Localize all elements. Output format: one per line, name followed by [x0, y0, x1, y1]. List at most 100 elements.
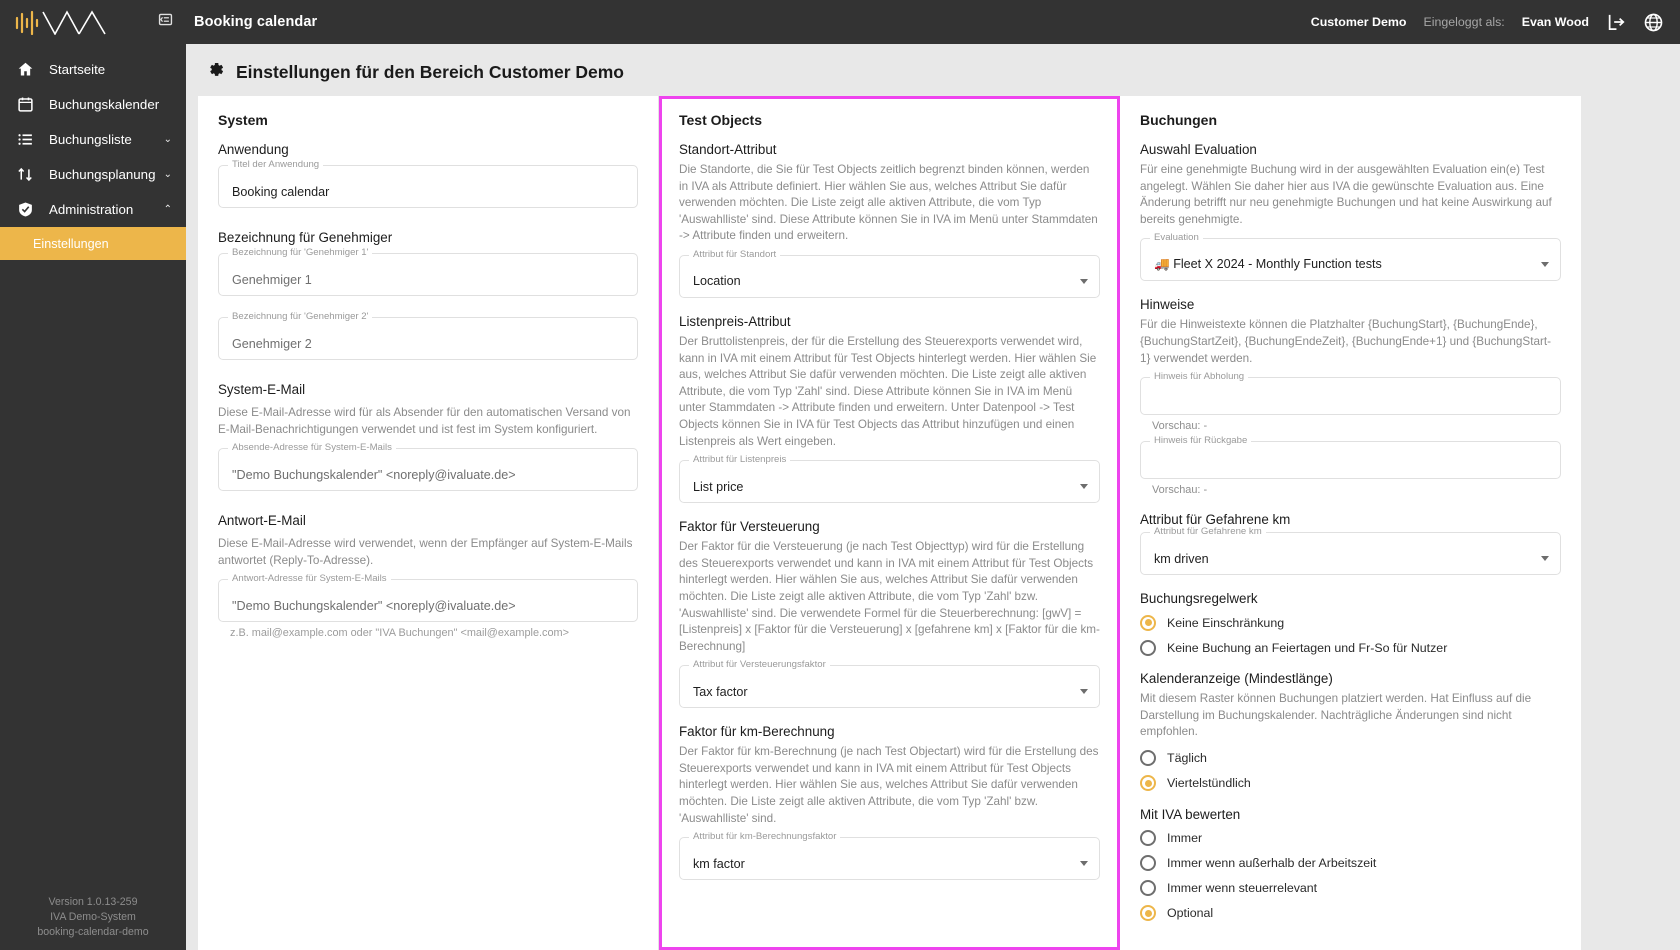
chevron-down-icon[interactable] — [1541, 556, 1549, 562]
field-legend: Evaluation — [1150, 232, 1203, 244]
sidebar-item-einstellungen[interactable]: Einstellungen — [0, 227, 186, 260]
radio-iva-bewerten-3[interactable]: Optional — [1140, 902, 1561, 925]
field-value: km factor — [693, 856, 745, 871]
globe-icon[interactable] — [1643, 12, 1664, 33]
tenant-label: Customer Demo — [1310, 15, 1407, 29]
instance-name: booking-calendar-demo — [37, 926, 149, 938]
chevron-up-icon[interactable]: ⌃ — [164, 204, 172, 215]
field-value: Tax factor — [693, 684, 748, 699]
gefahrene-km-group: Attribut für Gefahrene km Attribut für G… — [1140, 512, 1561, 576]
hinweise-group: Hinweise Für die Hinweistexte können die… — [1140, 297, 1561, 496]
sidebar-item-label: Buchungsplanung — [49, 167, 156, 182]
logout-icon[interactable] — [1606, 12, 1626, 32]
list-icon — [16, 131, 35, 148]
reply-email-hint: z.B. mail@example.com oder "IVA Buchunge… — [230, 627, 569, 640]
sidebar-item-label: Administration — [49, 202, 134, 217]
sidebar-item-buchungskalender[interactable]: Buchungskalender — [0, 87, 186, 122]
chevron-down-icon[interactable]: ⌄ — [164, 169, 172, 180]
genehmiger2-field[interactable]: Bezeichnung für 'Genehmiger 2' Genehmige… — [218, 311, 638, 360]
sidebar-item-label: Buchungskalender — [49, 97, 160, 112]
calendar-icon — [16, 96, 35, 113]
system-panel: System Anwendung Titel der Anwendung Boo… — [198, 96, 659, 950]
sidebar-item-administration[interactable]: Administration ⌃ — [0, 192, 186, 227]
field-value: "Demo Buchungskalender" <noreply@ivaluat… — [232, 467, 516, 482]
iva-logo-icon[interactable] — [14, 9, 119, 35]
versteuerung-desc: Der Faktor für die Versteuerung (je nach… — [679, 540, 1100, 653]
km-berechnung-group: Faktor für km-Berechnung Der Faktor für … — [679, 724, 1100, 881]
content-area: Einstellungen für den Bereich Customer D… — [186, 44, 1680, 950]
field-value: Genehmiger 2 — [232, 336, 312, 351]
versteuerung-group: Faktor für Versteuerung Der Faktor für d… — [679, 519, 1100, 709]
swap-icon — [16, 166, 35, 183]
sidebar-item-buchungsliste[interactable]: Buchungsliste ⌄ — [0, 122, 186, 157]
genehmiger-group: Bezeichnung für Genehmiger Bezeichnung f… — [218, 230, 638, 360]
anwendung-title-field[interactable]: Titel der Anwendung Booking calendar — [218, 159, 638, 208]
sidebar-item-label: Startseite — [49, 62, 106, 77]
shield-icon — [16, 201, 35, 218]
hinweis-rueckgabe-preview: Vorschau: - — [1152, 484, 1208, 497]
page-title: Einstellungen für den Bereich Customer D… — [236, 61, 624, 82]
radio-kalenderanzeige-1[interactable]: Viertelstündlich — [1140, 772, 1561, 795]
evaluation-value: 🚚 Fleet X 2024 - Monthly Function tests — [1154, 257, 1382, 272]
chevron-down-icon[interactable] — [1080, 484, 1088, 490]
standort-title: Standort-Attribut — [679, 142, 777, 157]
radio-iva-bewerten-0[interactable]: Immer — [1140, 827, 1561, 850]
listenpreis-attribute-select[interactable]: Attribut für Listenpreis List price — [679, 454, 1100, 504]
radio-label: Immer — [1167, 831, 1203, 846]
standort-desc: Die Standorte, die Sie für Test Objects … — [679, 163, 1098, 243]
chevron-down-icon[interactable] — [1080, 278, 1088, 284]
sidebar: Startseite Buchungskalender Buchungslist… — [0, 0, 186, 950]
field-legend: Attribut für Versteuerungsfaktor — [689, 659, 830, 671]
radio-icon — [1140, 775, 1156, 792]
kalenderanzeige-group: Kalenderanzeige (Mindestlänge) Mit diese… — [1140, 671, 1561, 795]
reply-email-field[interactable]: Antwort-Adresse für System-E-Mails "Demo… — [218, 573, 638, 623]
field-legend: Hinweis für Abholung — [1150, 371, 1249, 383]
chevron-down-icon[interactable] — [1541, 262, 1549, 268]
bookings-panel: Buchungen Auswahl Evaluation Für eine ge… — [1120, 96, 1581, 950]
field-value: Location — [693, 274, 741, 289]
logged-in-label: Eingeloggt als: — [1423, 15, 1505, 29]
radio-kalenderanzeige-0[interactable]: Täglich — [1140, 747, 1561, 770]
topbar-right: Customer Demo Eingeloggt als: Evan Wood — [1311, 12, 1664, 33]
radio-iva-bewerten-2[interactable]: Immer wenn steuerrelevant — [1140, 877, 1561, 900]
chevron-down-icon[interactable] — [1080, 689, 1088, 695]
chevron-down-icon[interactable]: ⌄ — [164, 134, 172, 145]
radio-label: Optional — [1167, 906, 1214, 921]
genehmiger1-field[interactable]: Bezeichnung für 'Genehmiger 1' Genehmige… — [218, 247, 638, 296]
field-legend: Bezeichnung für 'Genehmiger 2' — [228, 311, 373, 322]
sidebar-footer: Version 1.0.13-259 IVA Demo-System booki… — [0, 895, 186, 940]
regelwerk-group: Buchungsregelwerk Keine Einschränkung Ke… — [1140, 591, 1561, 659]
radio-label: Viertelstündlich — [1167, 776, 1251, 791]
chevron-down-icon[interactable] — [1080, 861, 1088, 867]
evaluation-desc: Für eine genehmigte Buchung wird in der … — [1140, 163, 1552, 226]
reply-email-desc: Diese E-Mail-Adresse wird verwendet, wen… — [218, 537, 633, 567]
versteuerungsfaktor-select[interactable]: Attribut für Versteuerungsfaktor Tax fac… — [679, 659, 1100, 709]
system-email-title: System-E-Mail — [218, 382, 306, 397]
system-email-field[interactable]: Absende-Adresse für System-E-Mails "Demo… — [218, 442, 638, 492]
km-berechnung-title: Faktor für km-Berechnung — [679, 724, 835, 740]
topbar: Booking calendar Customer Demo Eingelogg… — [186, 0, 1680, 44]
sidebar-nav: Startseite Buchungskalender Buchungslist… — [0, 52, 186, 260]
sidebar-item-startseite[interactable]: Startseite — [0, 52, 186, 87]
radio-icon — [1140, 855, 1156, 872]
collapse-sidebar-icon[interactable] — [157, 11, 174, 33]
radio-regelwerk-0[interactable]: Keine Einschränkung — [1140, 611, 1561, 634]
kalenderanzeige-desc: Mit diesem Raster können Buchungen platz… — [1140, 692, 1532, 739]
anwendung-group: Anwendung Titel der Anwendung Booking ca… — [218, 142, 638, 208]
reply-email-group: Antwort-E-Mail Diese E-Mail-Adresse wird… — [218, 513, 638, 639]
sidebar-item-buchungsplanung[interactable]: Buchungsplanung ⌄ — [0, 157, 186, 192]
km-berechnungsfaktor-select[interactable]: Attribut für km-Berechnungsfaktor km fac… — [679, 831, 1100, 881]
hinweis-abholung-field[interactable]: Hinweis für Abholung — [1140, 371, 1561, 416]
field-legend: Attribut für Standort — [689, 248, 781, 260]
radio-icon — [1140, 880, 1156, 897]
evaluation-select[interactable]: Evaluation 🚚 Fleet X 2024 - Monthly Func… — [1140, 232, 1561, 282]
radio-iva-bewerten-1[interactable]: Immer wenn außerhalb der Arbeitszeit — [1140, 852, 1561, 875]
radio-regelwerk-1[interactable]: Keine Buchung an Feiertagen und Fr-So fü… — [1140, 636, 1561, 659]
current-user[interactable]: Evan Wood — [1522, 15, 1589, 29]
field-legend: Titel der Anwendung — [228, 159, 324, 170]
system-name: IVA Demo-System — [50, 911, 136, 923]
radio-icon — [1140, 905, 1156, 922]
gefahrene-km-select[interactable]: Attribut für Gefahrene km km driven — [1140, 526, 1561, 576]
standort-attribute-select[interactable]: Attribut für Standort Location — [679, 248, 1100, 298]
hinweis-rueckgabe-field[interactable]: Hinweis für Rückgabe — [1140, 435, 1561, 480]
